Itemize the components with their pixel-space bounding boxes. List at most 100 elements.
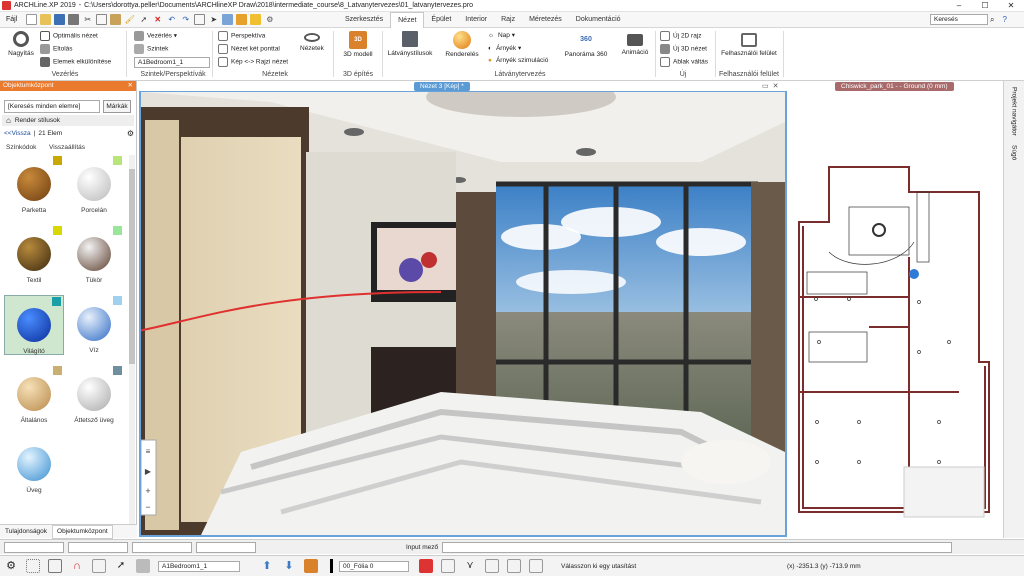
arrow-up-icon[interactable]: ⬆ [260,559,274,573]
tab-szerkesztes[interactable]: Szerkesztés [338,12,390,28]
arrow-down-icon[interactable]: ⬇ [282,559,296,573]
home-icon[interactable]: ⌂ [6,116,11,125]
tab-nezet[interactable]: Nézet [390,11,425,29]
measure-icon[interactable] [236,14,248,25]
perspective-button[interactable]: Perspektíva [218,31,265,41]
snap-icon[interactable]: ⋎ [463,559,477,573]
magnet-icon[interactable]: ∩ [70,559,84,573]
render-button[interactable]: Renderelés [440,31,484,58]
color-code-swatch[interactable] [113,296,122,305]
grid-dots-icon[interactable] [26,559,40,573]
view-maximize-icon[interactable]: ▭ [762,82,769,90]
print-icon[interactable] [68,14,80,25]
copy-icon[interactable] [96,14,108,25]
view-close-icon[interactable]: ✕ [773,82,779,90]
node-icon[interactable] [529,559,543,573]
reset-link[interactable]: Visszaállítás [49,144,85,151]
new-icon[interactable] [26,14,38,25]
paste-icon[interactable] [110,14,122,25]
tab-dokumentacio[interactable]: Dokumentáció [569,12,628,28]
shadow-button[interactable]: ◐ Árnyék ▾ [488,44,521,52]
material-item[interactable]: Porcelán [64,155,124,215]
pan-button[interactable]: Eltolás [40,44,73,54]
tab-meretezes[interactable]: Méretezés [522,12,569,28]
floor-plan-view[interactable] [789,92,1001,535]
brands-button[interactable]: Márkák [103,100,131,113]
input-field[interactable] [442,541,953,553]
close-button[interactable]: ✕ [998,0,1024,12]
search-icon[interactable]: ⌕ [990,15,994,25]
color-code-swatch[interactable] [113,156,122,165]
search-box[interactable]: Keresés ⌕ ? [930,14,1007,25]
tab-epulet[interactable]: Épület [424,12,458,28]
panorama-button[interactable]: 360 Panoráma 360 [562,31,610,58]
undo-icon[interactable]: ↶ [166,14,177,25]
minimize-button[interactable]: – [946,0,972,12]
color-swatch[interactable] [330,559,333,573]
cursor-icon[interactable]: ➤ [208,14,219,25]
levels-dropdown[interactable]: Szintek [134,44,168,54]
visual-styles-button[interactable]: Látványstílusok [386,31,434,57]
grid-icon[interactable] [194,14,206,25]
maximize-button[interactable]: ☐ [972,0,998,12]
material-item[interactable]: Textil [4,225,64,285]
user-interface-button[interactable]: Felhasználói felület [718,31,780,57]
tab-rajz[interactable]: Rajz [494,12,522,28]
hammer-icon[interactable] [304,559,318,573]
angle-field[interactable] [132,541,192,553]
coord-field[interactable] [68,541,128,553]
file-menu[interactable]: Fájl [0,12,23,28]
material-item[interactable]: Általános [4,365,64,425]
shadow-sim-button[interactable]: ● Árnyék szimuláció [488,57,548,64]
frame-icon[interactable] [48,559,62,573]
switch-window-button[interactable]: Ablak váltás [660,57,708,67]
color-code-swatch[interactable] [53,366,62,375]
folia-select[interactable]: 00_Fólia 0 [339,560,409,572]
object-search-input[interactable]: [Keresés minden elemre] [4,100,100,113]
settings-icon[interactable]: ⚙ [264,14,275,25]
transform-icon[interactable] [507,559,521,573]
optimal-view-button[interactable]: Optimális nézet [40,31,98,41]
length-field[interactable] [196,541,256,553]
lock-icon[interactable] [250,14,262,25]
project-navigator-tab[interactable]: Projekt navigátor [1011,87,1018,137]
sun-button[interactable]: ☼ Nap ▾ [488,31,515,39]
color-code-swatch[interactable] [52,297,61,306]
layer-select[interactable]: A1Bedroom1_1 [158,560,240,572]
delete-icon[interactable]: ✕ [152,14,163,25]
back-link[interactable]: <<Vissza [4,130,31,137]
scrollbar-thumb[interactable] [129,169,135,364]
brush-icon[interactable]: 🖌 [124,14,135,25]
cut-icon[interactable]: ✂ [82,14,93,25]
color-code-swatch[interactable] [113,366,122,375]
material-item[interactable]: Áttetsző üveg [64,365,124,425]
3d-render-view[interactable]: ≡ ▶ + − [141,92,785,535]
tab-properties[interactable]: Tulajdonságok [0,528,52,535]
control-dropdown[interactable]: Vezérlés ▾ [134,31,177,41]
color-codes-label[interactable]: Színkódok [6,144,36,151]
save-icon[interactable] [54,14,66,25]
zoom-button[interactable]: Nagyítás [6,31,36,57]
new-2d-button[interactable]: Új 2D rajz [660,31,702,41]
redo-icon[interactable]: ↷ [180,14,191,25]
tab-object-center[interactable]: Objektumközpont [52,524,113,539]
two-point-view-button[interactable]: Nézet két ponttal [218,44,280,54]
view3d-tab[interactable]: Nézet 3 [Kép] * [414,82,470,91]
color-code-swatch[interactable] [53,156,62,165]
material-item[interactable]: Víz [64,295,124,355]
level-select[interactable]: A1Bedroom1_1 [134,57,210,68]
material-item[interactable]: Világító [4,295,64,355]
material-item[interactable]: Üveg [4,435,64,495]
layers-icon[interactable] [222,14,234,25]
help-tab[interactable]: Súgó [1011,145,1018,160]
plan-tab[interactable]: Chiswick_park_01 - - Ground (0 mm) [835,82,954,91]
views-button[interactable]: Nézetek [300,31,324,52]
fill-icon[interactable] [419,559,433,573]
panel-close-icon[interactable]: ✕ [128,81,133,91]
pointer-icon[interactable]: ➚ [138,14,149,25]
search-input[interactable]: Keresés [930,14,988,25]
tab-interior[interactable]: Interior [458,12,494,28]
3d-model-button[interactable]: 3D 3D modell [340,31,376,58]
material-item[interactable]: Parketta [4,155,64,215]
color-code-swatch[interactable] [53,226,62,235]
